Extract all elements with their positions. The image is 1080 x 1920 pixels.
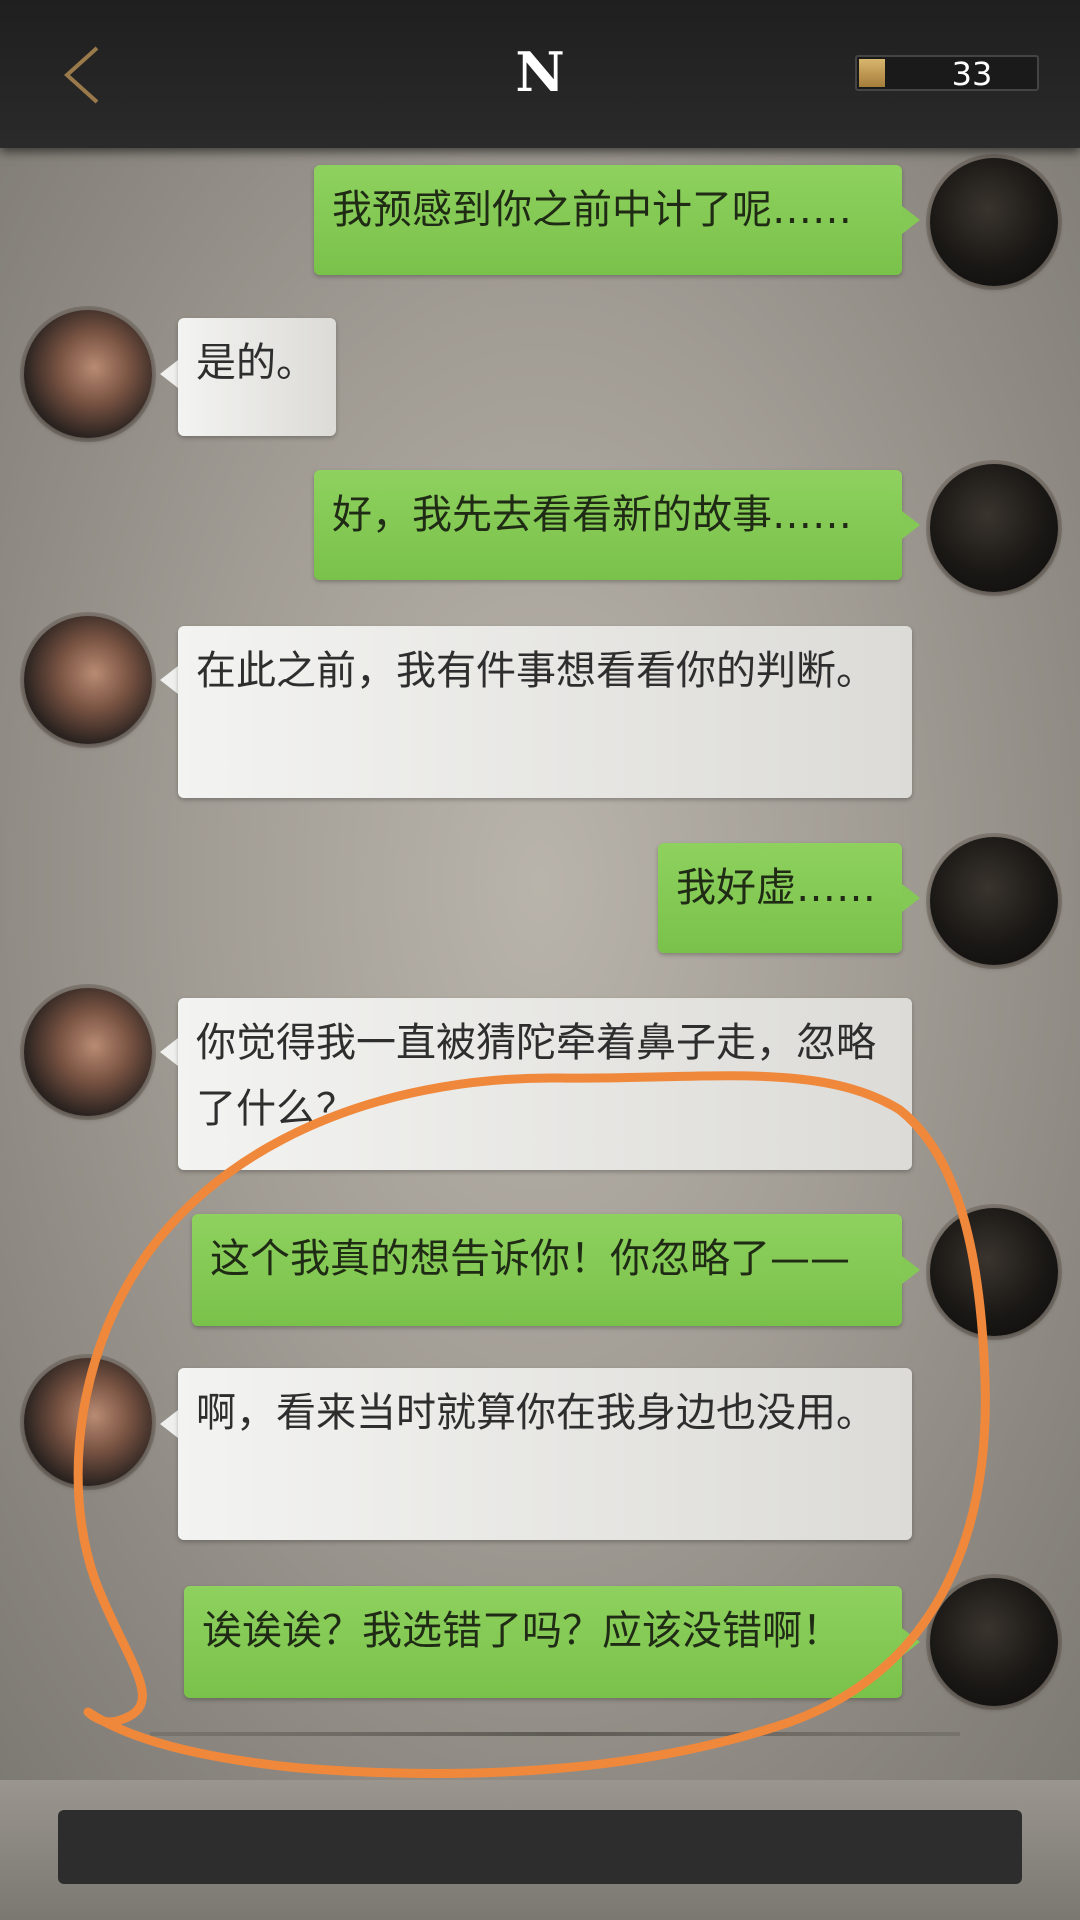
energy-bar-fill xyxy=(859,59,885,87)
top-bar: N 33 xyxy=(0,0,1080,148)
message-bubble-self: 这个我真的想告诉你！你忽略了—— xyxy=(192,1214,902,1326)
message-text: 啊，看来当时就算你在我身边也没用。 xyxy=(196,1390,876,1436)
message-bubble-contact: 你觉得我一直被猜陀牵着鼻子走，忽略了什么？ xyxy=(178,998,912,1170)
bubble-tail xyxy=(902,511,920,539)
message-bubble-self: 我预感到你之前中计了呢…… xyxy=(314,165,902,275)
bubble-tail xyxy=(902,1628,920,1656)
message-text: 是的。 xyxy=(196,340,316,386)
message-text: 诶诶诶？我选错了吗？应该没错啊！ xyxy=(202,1608,842,1654)
bottom-bar xyxy=(0,1780,1080,1920)
self-avatar[interactable] xyxy=(930,158,1058,286)
self-avatar[interactable] xyxy=(930,1578,1058,1706)
message-bubble-contact: 在此之前，我有件事想看看你的判断。 xyxy=(178,626,912,798)
message-text: 我预感到你之前中计了呢…… xyxy=(332,187,852,233)
message-text: 好，我先去看看新的故事…… xyxy=(332,492,852,538)
message-bubble-self: 诶诶诶？我选错了吗？应该没错啊！ xyxy=(184,1586,902,1698)
contact-avatar[interactable] xyxy=(24,616,152,744)
bubble-tail xyxy=(902,884,920,912)
contact-avatar[interactable] xyxy=(24,988,152,1116)
bubble-tail xyxy=(160,1038,178,1066)
energy-counter: 33 xyxy=(855,55,1039,93)
bubble-tail xyxy=(160,1410,178,1438)
bubble-tail xyxy=(160,360,178,388)
contact-avatar[interactable] xyxy=(24,310,152,438)
message-text: 你觉得我一直被猜陀牵着鼻子走，忽略了什么？ xyxy=(196,1020,876,1132)
bubble-tail xyxy=(902,206,920,234)
bubble-tail xyxy=(160,666,178,694)
self-avatar[interactable] xyxy=(930,464,1058,592)
message-bubble-contact: 啊，看来当时就算你在我身边也没用。 xyxy=(178,1368,912,1540)
message-text: 这个我真的想告诉你！你忽略了—— xyxy=(210,1236,850,1282)
message-text: 在此之前，我有件事想看看你的判断。 xyxy=(196,648,876,694)
message-bubble-self: 好，我先去看看新的故事…… xyxy=(314,470,902,580)
self-avatar[interactable] xyxy=(930,837,1058,965)
message-bubble-self: 我好虚…… xyxy=(658,843,902,953)
self-avatar[interactable] xyxy=(930,1208,1058,1336)
message-text: 我好虚…… xyxy=(676,865,876,911)
contact-avatar[interactable] xyxy=(24,1358,152,1486)
energy-count: 33 xyxy=(951,55,993,93)
divider xyxy=(150,1732,960,1736)
reply-input[interactable] xyxy=(58,1810,1022,1884)
message-bubble-contact: 是的。 xyxy=(178,318,336,436)
bubble-tail xyxy=(902,1256,920,1284)
chat-area[interactable]: 我预感到你之前中计了呢…… 是的。 好，我先去看看新的故事…… 在此之前，我有件… xyxy=(0,148,1080,1780)
